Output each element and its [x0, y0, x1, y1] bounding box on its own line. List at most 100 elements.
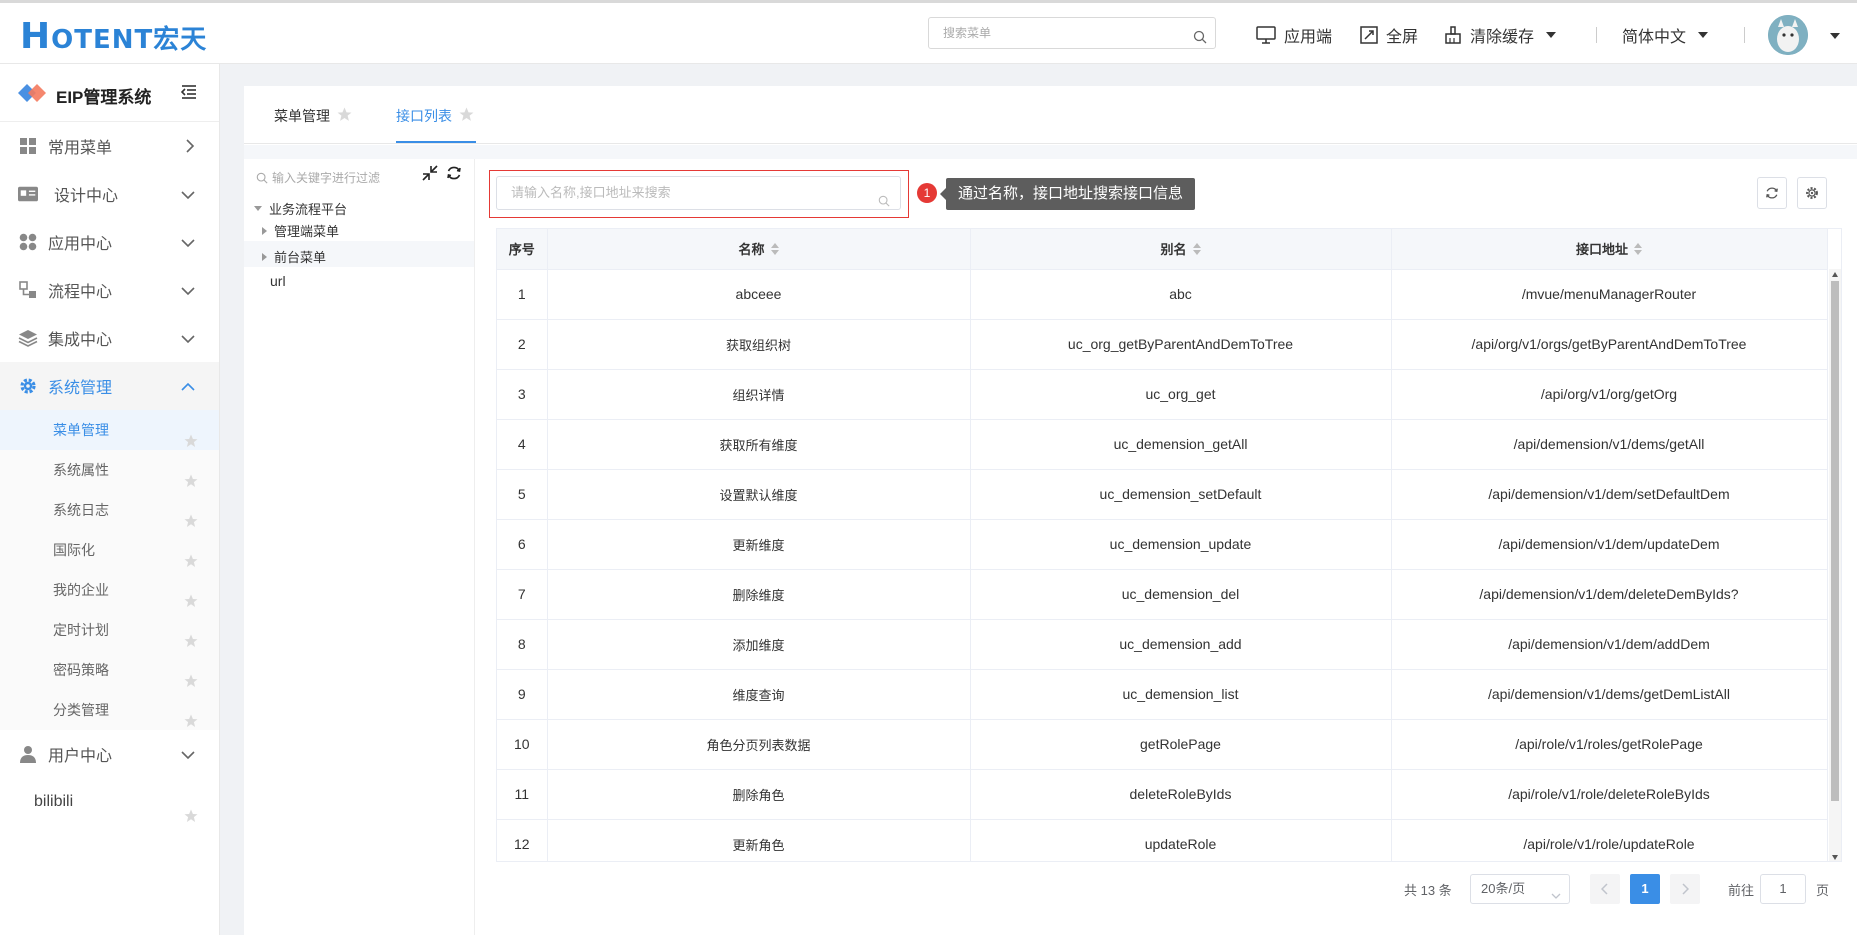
logo-text: OTENT宏天 — [51, 25, 208, 55]
chevron-left-icon — [1601, 883, 1608, 895]
sidebar-subitem-category-management[interactable]: 分类管理 — [0, 690, 219, 730]
table-row[interactable]: 8 添加维度 uc_demension_add/api/demension/v1/d… — [497, 619, 1828, 670]
cell-name: 添加维度 — [547, 619, 971, 670]
goto-page-input[interactable]: 1 — [1760, 874, 1806, 904]
eip-logo-icon — [18, 82, 48, 107]
table-row[interactable]: 5 设置默认维度 uc_demension_setDefault/api/demen… — [497, 469, 1828, 520]
column-header-label: 别名 — [1160, 242, 1187, 258]
sidebar-item-design-center[interactable]: 设计中心 — [0, 170, 219, 218]
star-icon[interactable] — [459, 107, 474, 125]
monitor-icon — [1256, 26, 1276, 44]
tree-node-url[interactable]: url — [270, 273, 286, 289]
cell-url: /api/demension/v1/dems/getDemListAll — [1391, 669, 1828, 720]
chevron-down-icon[interactable] — [1830, 33, 1840, 39]
sidebar-item-label: bilibili — [34, 793, 74, 810]
hotent-logo[interactable]: H OTENT宏天 — [20, 15, 208, 56]
table-row[interactable]: 12 更新角色 updateRole/api/role/v1/role/update… — [497, 819, 1828, 861]
page-number-current[interactable]: 1 — [1630, 874, 1660, 904]
sidebar-item-user-center[interactable]: 用户中心 — [0, 730, 219, 778]
app-end-button[interactable]: 应用端 — [1256, 23, 1332, 47]
tree-filter-placeholder: 输入关键字进行过滤 — [272, 171, 381, 185]
cell-url: /api/org/v1/org/getOrg — [1391, 369, 1828, 420]
tree-node-root[interactable]: 业务流程平台 — [254, 199, 347, 218]
column-header-url[interactable]: 接口地址 — [1391, 229, 1828, 270]
cell-name: 角色分页列表数据 — [547, 719, 971, 770]
tree-node-label: url — [270, 273, 286, 289]
star-icon[interactable] — [184, 795, 198, 843]
tree-node-front-menu[interactable]: 前台菜单 — [262, 247, 326, 266]
refresh-icon[interactable] — [446, 165, 462, 184]
sidebar-subitem-password-policy[interactable]: 密码策略 — [0, 650, 219, 690]
sort-icon[interactable] — [770, 243, 779, 258]
table-row[interactable]: 2 获取组织树 uc_org_getByParentAndDemToTree/api… — [497, 319, 1828, 370]
tab-menu-management[interactable]: 菜单管理 — [274, 106, 352, 126]
sidebar-item-app-center[interactable]: 应用中心 — [0, 218, 219, 266]
caret-right-icon[interactable] — [262, 252, 267, 261]
scroll-up-icon[interactable] — [1832, 272, 1838, 277]
table-settings-button[interactable] — [1797, 177, 1827, 209]
table-row[interactable]: 1 abceee abc/mvue/menuManagerRouter — [497, 269, 1828, 320]
tree-node-admin-menu[interactable]: 管理端菜单 — [262, 221, 339, 240]
table-row[interactable]: 7 删除维度 uc_demension_del/api/demension/v1/d… — [497, 569, 1828, 620]
cell-name: 组织详情 — [547, 369, 971, 420]
chevron-down-icon — [1551, 883, 1561, 911]
chevron-down-icon — [181, 747, 195, 765]
search-icon[interactable] — [1193, 25, 1207, 55]
scrollbar-thumb[interactable] — [1831, 281, 1839, 801]
sort-icon[interactable] — [1192, 243, 1201, 258]
collapse-menu-icon[interactable] — [180, 84, 197, 103]
avatar[interactable] — [1768, 15, 1808, 55]
sidebar-subitem-system-log[interactable]: 系统日志 — [0, 490, 219, 530]
gear-icon — [18, 376, 38, 396]
table-row[interactable]: 10 角色分页列表数据 getRolePage/api/role/v1/roles/… — [497, 719, 1828, 770]
table-row[interactable]: 9 维度查询 uc_demension_list/api/demension/v1/… — [497, 669, 1828, 720]
sidebar-item-flow-center[interactable]: 流程中心 — [0, 266, 219, 314]
gear-icon — [1806, 187, 1818, 199]
scroll-down-icon[interactable] — [1832, 855, 1838, 860]
fullscreen-button[interactable]: 全屏 — [1360, 23, 1418, 47]
broom-icon — [1445, 26, 1461, 44]
clear-cache-button[interactable]: 清除缓存 — [1444, 23, 1557, 47]
menu-search-input[interactable]: 搜索菜单 — [928, 17, 1216, 49]
language-select[interactable]: 简体中文 — [1622, 23, 1709, 47]
sidebar-item-common-menu[interactable]: 常用菜单 — [0, 122, 219, 170]
sidebar-item-label: 流程中心 — [48, 284, 113, 301]
star-icon[interactable] — [337, 107, 352, 125]
header-divider — [1596, 27, 1597, 43]
search-icon[interactable] — [878, 187, 890, 219]
table-header-row: 序号 名称 别名 接口地址 — [497, 229, 1828, 270]
column-header-label: 序号 — [508, 242, 535, 258]
chevron-right-icon — [185, 139, 195, 158]
sidebar-subitem-i18n[interactable]: 国际化 — [0, 530, 219, 570]
cell-index: 8 — [497, 619, 548, 670]
table-row[interactable]: 4 获取所有维度 uc_demension_getAll/api/demension… — [497, 419, 1828, 470]
next-page-button[interactable] — [1670, 874, 1700, 904]
sidebar-item-bilibili[interactable]: bilibili — [0, 778, 219, 826]
table-row[interactable]: 6 更新维度 uc_demension_update/api/demension/v… — [497, 519, 1828, 570]
cell-index: 1 — [497, 269, 548, 320]
cell-url: /api/demension/v1/dem/updateDem — [1391, 519, 1828, 570]
tab-interface-list[interactable]: 接口列表 — [396, 106, 474, 126]
tree-filter-input[interactable]: 输入关键字进行过滤 — [256, 169, 380, 186]
prev-page-button[interactable] — [1590, 874, 1620, 904]
caret-down-icon[interactable] — [254, 206, 262, 211]
sidebar-subitem-my-enterprise[interactable]: 我的企业 — [0, 570, 219, 610]
sidebar-subitem-label: 菜单管理 — [53, 422, 109, 438]
interface-search-input[interactable]: 请输入名称,接口地址来搜索 — [496, 176, 901, 210]
page-size-select[interactable]: 20条/页 — [1470, 874, 1570, 904]
column-header-name[interactable]: 名称 — [547, 229, 971, 270]
sidebar-item-system-management[interactable]: 系统管理 — [0, 362, 219, 410]
sidebar-subitem-menu-management[interactable]: 菜单管理 — [0, 410, 219, 450]
sort-icon[interactable] — [1634, 243, 1642, 258]
sidebar-subitem-system-properties[interactable]: 系统属性 — [0, 450, 219, 490]
sidebar-item-integration-center[interactable]: 集成中心 — [0, 314, 219, 362]
table-refresh-button[interactable] — [1757, 177, 1787, 209]
table-row[interactable]: 11 删除角色 deleteRoleByIds/api/role/v1/role/d… — [497, 769, 1828, 820]
caret-right-icon[interactable] — [262, 226, 267, 235]
column-header-alias[interactable]: 别名 — [970, 229, 1392, 270]
column-header-index: 序号 — [497, 229, 548, 270]
table-row[interactable]: 3 组织详情 uc_org_get/api/org/v1/org/getOrg — [497, 369, 1828, 420]
sidebar-subitem-scheduled-plan[interactable]: 定时计划 — [0, 610, 219, 650]
table-scrollbar[interactable] — [1829, 269, 1841, 861]
collapse-all-icon[interactable] — [422, 165, 438, 184]
